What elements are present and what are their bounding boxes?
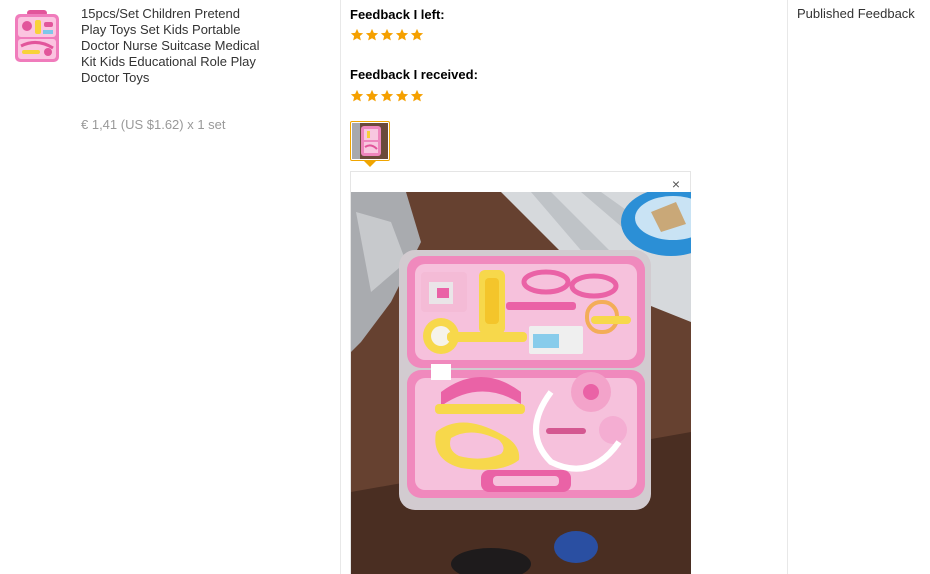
feedback-left-stars [350,28,424,42]
product-title-link[interactable]: 15pcs/Set Children Pretend Play Toys Set… [81,6,261,86]
star-icon [395,28,409,41]
doctor-kit-photo [351,192,691,574]
feedback-received-stars [350,89,424,103]
product-column: 15pcs/Set Children Pretend Play Toys Set… [0,0,340,574]
star-icon [365,89,379,102]
feedback-photo-thumbnail[interactable] [350,121,390,161]
star-icon [350,28,364,41]
product-thumbnail[interactable] [13,8,61,64]
product-price: € 1,41 (US $1.62) x 1 set [81,117,226,132]
star-icon [365,28,379,41]
star-icon [410,89,424,102]
feedback-photo-preview [351,192,691,574]
feedback-received-label: Feedback I received: [350,67,478,82]
star-icon [410,28,424,41]
star-icon [380,89,394,102]
feedback-column: Feedback I left: Feedback I received: × [340,0,788,574]
star-icon [380,28,394,41]
selected-photo-indicator [364,161,376,167]
star-icon [350,89,364,102]
status-column: Published Feedback [787,0,930,574]
doctor-kit-image [13,8,61,64]
feedback-status: Published Feedback [797,6,915,21]
feedback-left-label: Feedback I left: [350,7,445,22]
close-preview-button[interactable]: × [672,176,680,192]
photo-thumbnail-image [352,123,388,159]
star-icon [395,89,409,102]
photo-preview-panel: × [350,171,691,574]
